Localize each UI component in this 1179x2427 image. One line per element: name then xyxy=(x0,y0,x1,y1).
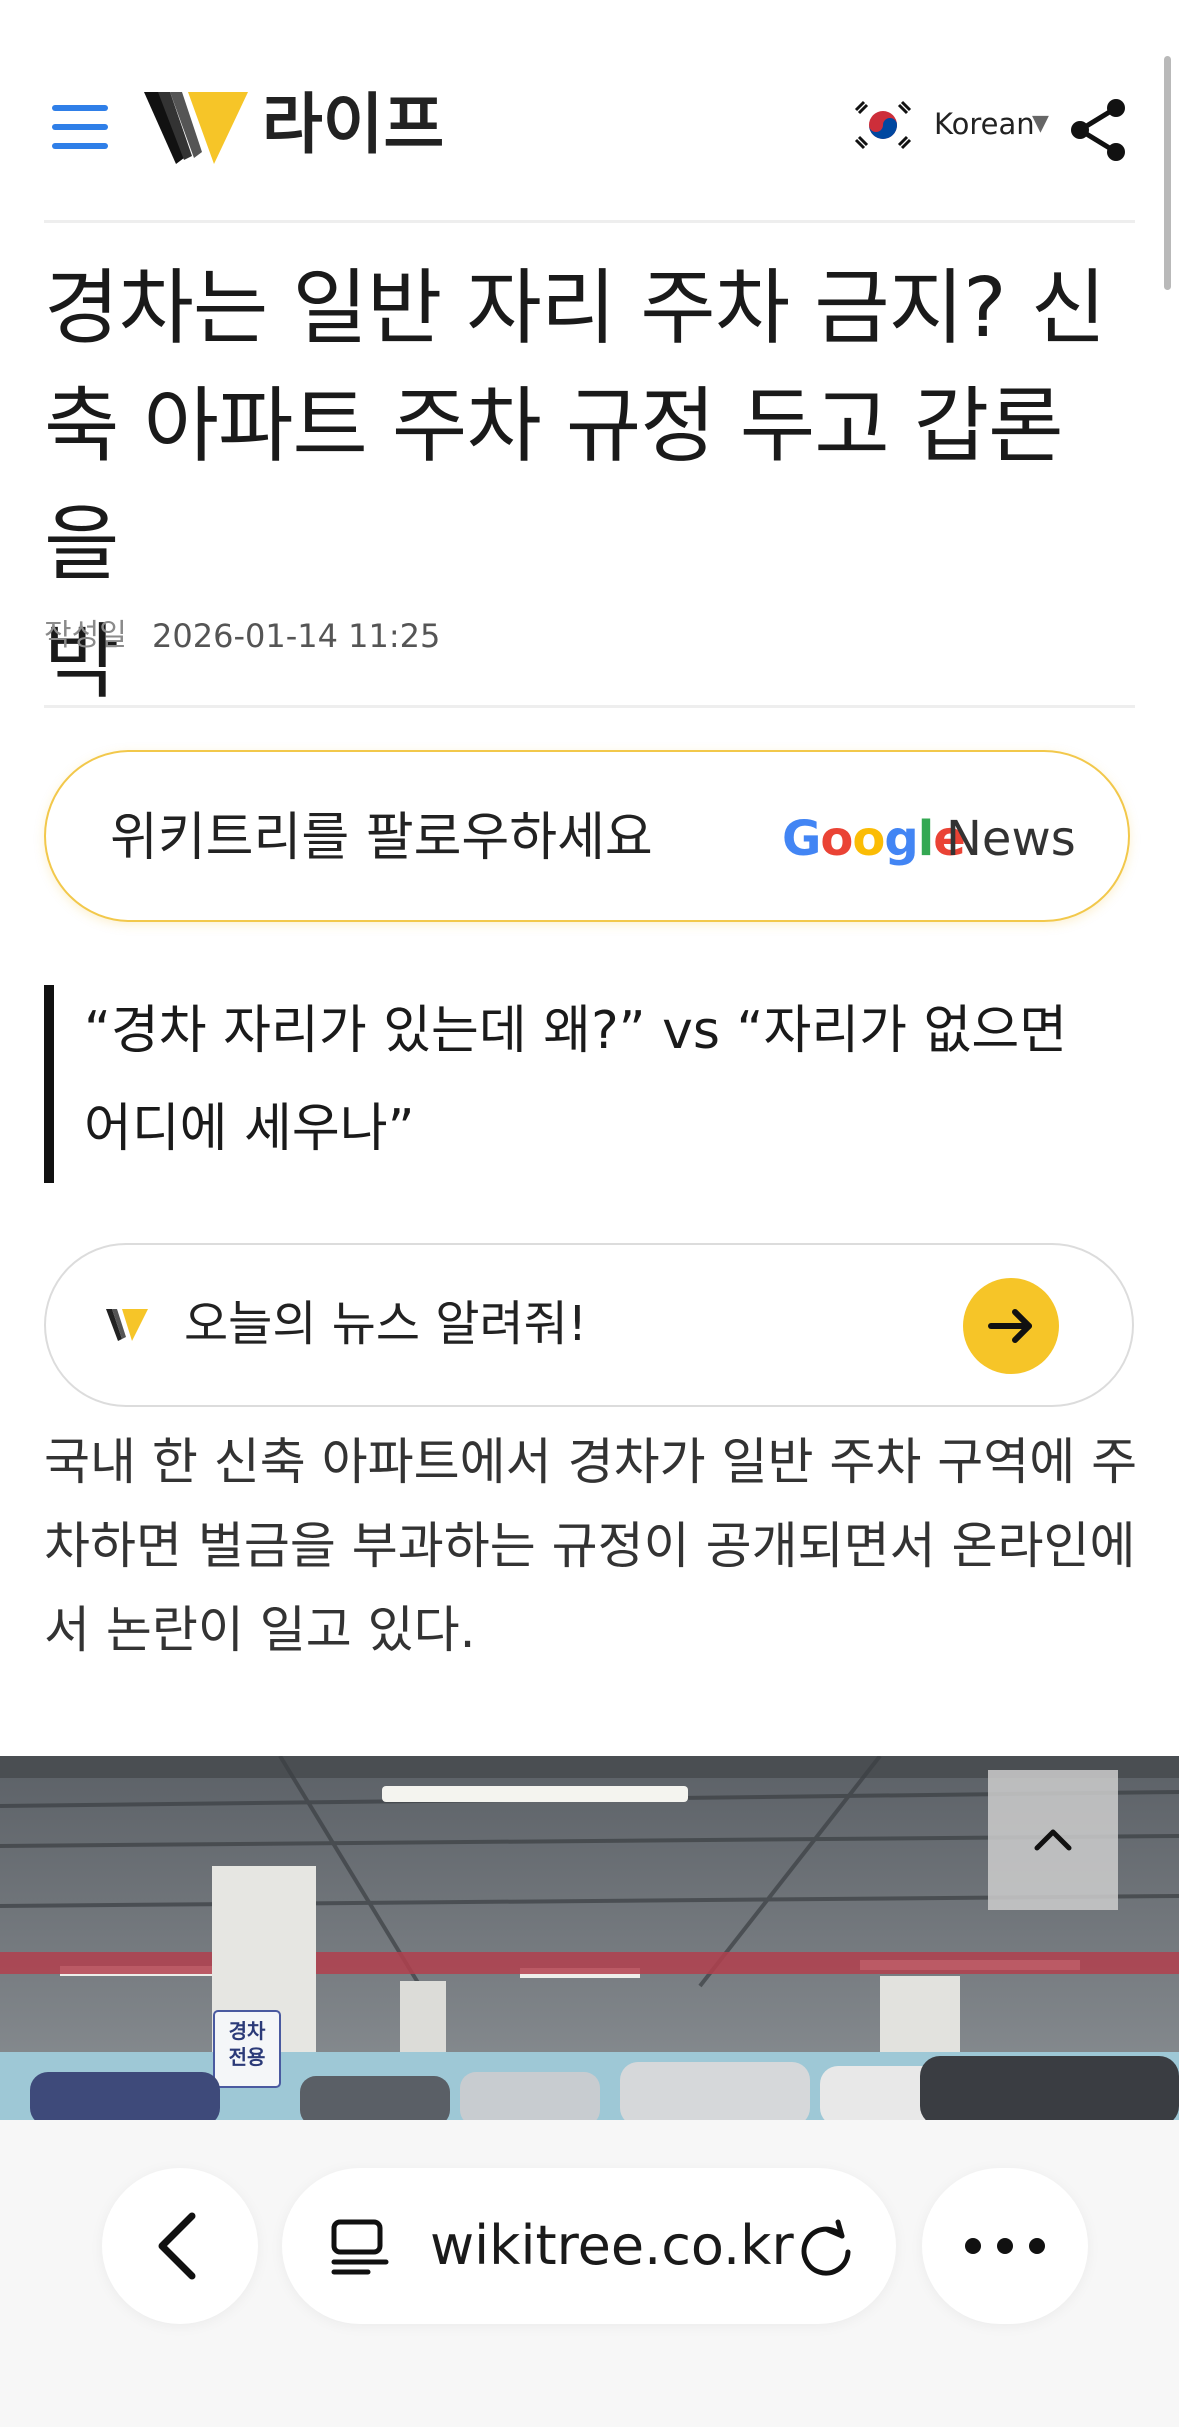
google-letter: o xyxy=(820,811,853,867)
article-subtitle-quote: “경차 자리가 있는데 왜?” vs “자리가 없으면 어디에 세우나” xyxy=(84,982,1124,1178)
ellipsis-icon xyxy=(965,2238,1045,2254)
quote-line: 어디에 세우나” xyxy=(84,1099,415,1159)
news-wordmark: News xyxy=(946,811,1076,867)
article-body: 국내 한 신축 아파트에서 경차가 일반 주차 구역에 주 차하면 벌금을 부과… xyxy=(44,1420,1140,1672)
google-letter: l xyxy=(917,811,934,867)
scroll-to-top-button[interactable] xyxy=(988,1770,1118,1910)
language-selector[interactable]: Korean xyxy=(934,104,1035,144)
more-options-button[interactable] xyxy=(922,2168,1088,2324)
chevron-left-icon xyxy=(158,2212,196,2280)
quote-bar xyxy=(44,985,54,1183)
wikitree-small-logo-icon xyxy=(104,1305,150,1345)
arrow-right-icon[interactable] xyxy=(963,1278,1059,1374)
back-button[interactable] xyxy=(102,2168,258,2324)
meta-divider xyxy=(44,705,1135,708)
wikitree-logo[interactable] xyxy=(140,86,260,170)
google-letter: G xyxy=(782,811,821,867)
scrollbar[interactable] xyxy=(1164,56,1171,290)
reader-mode-icon[interactable] xyxy=(328,2214,392,2278)
share-icon[interactable] xyxy=(1066,96,1130,164)
body-line: 국내 한 신축 아파트에서 경차가 일반 주차 구역에 주 xyxy=(44,1433,1138,1491)
publish-date: 2026-01-14 11:25 xyxy=(152,617,441,655)
section-title[interactable]: 라이프 xyxy=(262,80,444,170)
quote-line: “경차 자리가 있는데 왜?” vs “자리가 없으면 xyxy=(84,1001,1068,1061)
body-line: 서 논란이 일고 있다. xyxy=(44,1601,476,1659)
menu-icon[interactable] xyxy=(52,105,110,149)
google-wordmark: Google xyxy=(782,810,966,868)
url-text: wikitree.co.kr xyxy=(430,2214,794,2277)
date-label: 작성일 xyxy=(44,618,127,653)
reload-icon[interactable] xyxy=(794,2216,858,2280)
body-line: 차하면 벌금을 부과하는 규정이 공개되면서 온라인에 xyxy=(44,1517,1136,1575)
photo-sign: 경차 전용 xyxy=(228,2019,266,2069)
address-bar[interactable]: wikitree.co.kr xyxy=(282,2168,896,2324)
google-letter: o xyxy=(852,811,885,867)
headline-line: 축 아파트 주차 규정 두고 갑론을 xyxy=(44,379,1064,592)
headline-line: 경차는 일반 자리 주차 금지? 신 xyxy=(44,261,1106,356)
korea-flag-icon[interactable] xyxy=(850,96,916,154)
ask-prompt-text: 오늘의 뉴스 알려줘! xyxy=(184,1296,588,1352)
follow-text: 위키트리를 팔로우하세요 xyxy=(110,808,653,868)
google-letter: g xyxy=(884,811,918,867)
chevron-down-icon[interactable]: ▼ xyxy=(1032,106,1049,142)
header-divider xyxy=(44,220,1135,223)
